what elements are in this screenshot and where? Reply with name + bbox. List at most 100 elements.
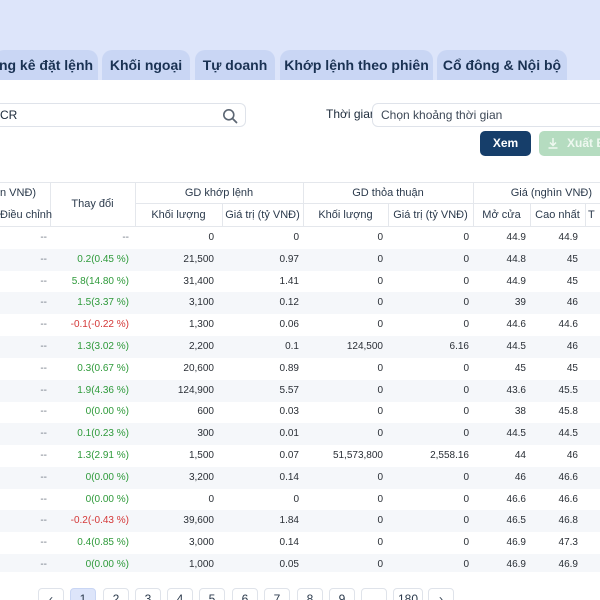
cell-high: 45.5: [558, 384, 578, 396]
table-row[interactable]: -- 0.1(0.23 %) 300 0.01 0 0 44.5 44.5: [0, 423, 600, 446]
header-high: Cao nhất: [535, 209, 580, 221]
header-matched-group: GD khớp lệnh: [184, 187, 254, 199]
cell-high: 46.6: [558, 493, 578, 505]
table-row[interactable]: -- -0.2(-0.43 %) 39,600 1.84 0 0 46.5 46.8: [0, 510, 600, 533]
cell-change: 1.5(3.37 %): [77, 297, 129, 309]
table-row[interactable]: -- 0(0.00 %) 600 0.03 0 0 38 45.8: [0, 401, 600, 423]
table-row[interactable]: -- 0(0.00 %) 3,200 0.14 0 0 46 46.6: [0, 466, 600, 489]
prev-page-button[interactable]: ‹: [38, 588, 64, 600]
cell-matched-value: 0.1: [285, 341, 299, 352]
cell-deal-volume: 0: [377, 232, 383, 243]
cell-matched-value: 0.01: [279, 428, 299, 440]
table-row[interactable]: -- 1.3(3.02 %) 2,200 0.1 124,500 6.16 44.5 46: [0, 336, 600, 358]
cell-high: 46: [566, 297, 578, 309]
cell-open: 44.9: [506, 275, 526, 287]
cell-deal-value: 0: [463, 515, 469, 527]
cell-matched-value: 5.57: [279, 384, 299, 396]
cell-deal-volume: 124,500: [346, 341, 383, 352]
cell-adjusted: --: [40, 537, 47, 549]
cell-deal-volume: 0: [377, 253, 383, 265]
page-button-9[interactable]: 9: [329, 588, 355, 600]
tab-bar: ng kê đặt lệnh Khối ngoại Tự doanh Khớp …: [0, 50, 600, 80]
page-button-1[interactable]: 1: [70, 588, 96, 600]
header-low-partial: T: [588, 209, 595, 221]
cell-matched-volume: 1,300: [188, 319, 214, 331]
header-deal-volume: Khối lượng: [318, 209, 373, 221]
cell-open: 43.6: [506, 384, 526, 396]
cell-adjusted: --: [40, 406, 47, 418]
cell-deal-value: 0: [463, 362, 469, 374]
table-row[interactable]: -- 0(0.00 %) 1,000 0.05 0 0 46.9 46.9: [0, 554, 600, 572]
table-row[interactable]: -- 1.9(4.36 %) 124,900 5.57 0 0 43.6 45.5: [0, 379, 600, 402]
cell-high: 44.5: [558, 428, 578, 440]
cell-deal-value: 0: [463, 559, 469, 570]
cell-deal-volume: 0: [377, 319, 383, 331]
cell-high: 46.8: [558, 515, 578, 527]
table-row[interactable]: -- 0.3(0.67 %) 20,600 0.89 0 0 45 45: [0, 358, 600, 380]
table-row[interactable]: -- 5.8(14.80 %) 31,400 1.41 0 0 44.9 45: [0, 271, 600, 293]
page-button-3[interactable]: 3: [135, 588, 161, 600]
tab-proprietary[interactable]: Tự doanh: [195, 50, 275, 80]
page-button-7[interactable]: 7: [264, 588, 290, 600]
page-button-5[interactable]: 5: [199, 588, 225, 600]
page-button-4[interactable]: 4: [167, 588, 193, 600]
table-row[interactable]: -- -0.1(-0.22 %) 1,300 0.06 0 0 44.6 44.6: [0, 314, 600, 336]
cell-high: 46: [566, 450, 578, 461]
view-button[interactable]: Xem: [480, 131, 531, 156]
page-button-6[interactable]: 6: [232, 588, 258, 600]
cell-matched-volume: 2,200: [188, 341, 214, 352]
cell-matched-value: 1.41: [279, 275, 299, 287]
table-row[interactable]: -- 0.4(0.85 %) 3,000 0.14 0 0 46.9 47.3: [0, 532, 600, 554]
table-row[interactable]: -- 1.3(2.91 %) 1,500 0.07 51,573,800 2,558.16…: [0, 445, 600, 467]
cell-deal-volume: 0: [377, 362, 383, 374]
export-button[interactable]: Xuất E: [539, 131, 600, 156]
table-row[interactable]: -- -- 0 0 0 0 44.9 44.9: [0, 227, 600, 249]
cell-matched-volume: 3,200: [188, 471, 214, 483]
cell-matched-value: 0.03: [279, 406, 299, 418]
cell-adjusted: --: [40, 232, 47, 243]
tab-order-statistics[interactable]: ng kê đặt lệnh: [0, 50, 98, 80]
tab-foreign[interactable]: Khối ngoại: [102, 50, 190, 80]
cell-adjusted: --: [40, 428, 47, 440]
tab-shareholders-insiders[interactable]: Cổ đông & Nội bộ: [437, 50, 567, 80]
cell-change: 0(0.00 %): [85, 559, 129, 570]
cell-matched-volume: 39,600: [183, 515, 214, 527]
search-input[interactable]: [0, 104, 210, 126]
tab-session-matching[interactable]: Khớp lệnh theo phiên: [280, 50, 433, 80]
page-button-180[interactable]: 180: [393, 588, 423, 600]
cell-deal-volume: 51,573,800: [332, 450, 383, 461]
cell-deal-value: 2,558.16: [430, 450, 469, 461]
cell-high: 45.8: [558, 406, 578, 418]
table-row[interactable]: -- 0.2(0.45 %) 21,500 0.97 0 0 44.8 45: [0, 248, 600, 271]
cell-matched-volume: 600: [197, 406, 214, 418]
cell-open: 39: [514, 297, 526, 309]
time-range-picker[interactable]: Chọn khoảng thời gian: [372, 103, 600, 127]
table-row[interactable]: -- 1.5(3.37 %) 3,100 0.12 0 0 39 46: [0, 292, 600, 315]
cell-deal-value: 0: [463, 406, 469, 418]
cell-matched-volume: 3,100: [188, 297, 214, 309]
time-label: Thời gian: [326, 107, 377, 121]
cell-matched-value: 0.89: [279, 362, 299, 374]
cell-deal-volume: 0: [377, 515, 383, 527]
cell-deal-value: 0: [463, 297, 469, 309]
cell-adjusted: --: [40, 341, 47, 352]
cell-open: 44: [514, 450, 526, 461]
cell-open: 44.8: [506, 253, 526, 265]
cell-deal-value: 0: [463, 537, 469, 549]
cell-deal-volume: 0: [377, 384, 383, 396]
cell-deal-volume: 0: [377, 297, 383, 309]
page-button-8[interactable]: 8: [297, 588, 323, 600]
cell-matched-volume: 1,000: [188, 559, 214, 570]
table-row[interactable]: -- 0(0.00 %) 0 0 0 0 46.6 46.6: [0, 489, 600, 511]
cell-matched-value: 0.05: [279, 559, 299, 570]
search-icon[interactable]: [222, 108, 238, 124]
cell-high: 45: [566, 253, 578, 265]
cell-adjusted: --: [40, 450, 47, 461]
cell-matched-volume: 300: [197, 428, 214, 440]
cell-deal-value: 0: [463, 319, 469, 331]
page-button-2[interactable]: 2: [103, 588, 129, 600]
cell-adjusted: --: [40, 362, 47, 374]
next-page-button[interactable]: ›: [428, 588, 454, 600]
cell-matched-volume: 0: [208, 493, 214, 505]
header-matched-volume: Khối lượng: [151, 209, 206, 221]
